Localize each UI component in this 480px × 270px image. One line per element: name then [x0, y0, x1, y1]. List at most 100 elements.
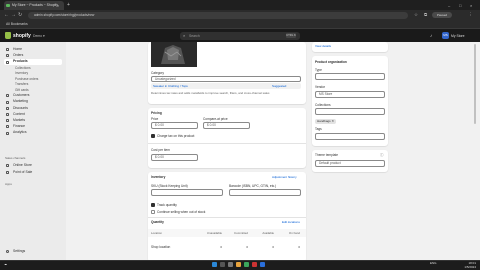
extensions-icon[interactable]: ⧉: [424, 11, 427, 19]
theme-template-label: Theme template: [315, 153, 339, 157]
cost-label: Cost per item: [151, 148, 170, 152]
sidebar-item-finance[interactable]: Finance: [4, 124, 62, 130]
sidebar-item-label: Collections: [15, 65, 31, 70]
weather-widget[interactable]: ☁: [4, 262, 7, 267]
type-input[interactable]: [315, 73, 385, 80]
clock-date: 1/5/2024: [464, 265, 476, 269]
sidebar-item-label: Inventory: [15, 71, 29, 76]
theme-template-select[interactable]: Default product: [315, 160, 385, 167]
collections-input[interactable]: [315, 108, 385, 115]
avatar[interactable]: MS: [442, 32, 449, 39]
search-icon: ⌕: [183, 32, 186, 38]
sidebar-item-label: Products: [13, 59, 28, 64]
new-tab-icon[interactable]: +: [67, 1, 70, 10]
sidebar-item-marketing[interactable]: Marketing: [4, 99, 62, 105]
chart-icon: [6, 131, 9, 135]
category-label: Category: [151, 71, 164, 75]
product-image[interactable]: [151, 42, 197, 67]
windows-start-icon[interactable]: [212, 262, 217, 267]
edit-locations-link[interactable]: Edit locations: [282, 220, 300, 224]
browser-tab[interactable]: My Store ~ Products ~ Shopify: [4, 1, 64, 10]
sidebar-item-label: Settings: [13, 249, 26, 253]
category-help-text: Determines tax rates and adds metafields…: [151, 91, 270, 95]
url-field[interactable]: admin.shopify.com/store/rhgj/products/ne…: [28, 11, 408, 19]
language-indicator[interactable]: ENG: [430, 261, 437, 265]
divider: [148, 217, 306, 218]
sidebar-item-home[interactable]: Home: [4, 47, 62, 53]
shopify-wordmark[interactable]: shopify: [13, 32, 31, 40]
close-tab-icon[interactable]: ×: [57, 1, 59, 10]
discount-icon: [6, 106, 9, 110]
bookmark-star-icon[interactable]: ☆: [414, 11, 418, 19]
sweater-photo-icon: [151, 42, 197, 67]
sidebar-item-orders[interactable]: Orders: [4, 53, 62, 59]
table-cell: 0: [298, 245, 300, 249]
adjustment-history-link[interactable]: Adjustment history: [272, 175, 297, 179]
sidebar-item-label: Marketing: [13, 99, 28, 104]
pricing-title: Pricing: [151, 111, 162, 115]
minimize-icon[interactable]: –: [448, 1, 450, 10]
scrollbar[interactable]: [474, 44, 476, 124]
info-icon[interactable]: ⓘ: [380, 153, 384, 157]
sidebar-item-label: Content: [13, 111, 25, 116]
search-input[interactable]: Search: [180, 31, 300, 40]
sidebar-item-products[interactable]: Products: [4, 59, 62, 65]
sidebar-item-markets[interactable]: Markets: [4, 118, 62, 124]
continue-selling-checkbox[interactable]: [151, 210, 155, 214]
sidebar-item-label: Markets: [13, 117, 26, 122]
forward-icon[interactable]: →: [11, 11, 16, 19]
sidebar-item-customers[interactable]: Customers: [4, 93, 62, 99]
task-view-icon[interactable]: [228, 262, 233, 267]
tag-icon: [6, 60, 9, 64]
browser-menu-icon[interactable]: ⋮: [468, 11, 473, 19]
sidebar-item-settings[interactable]: Settings: [4, 249, 62, 255]
close-window-icon[interactable]: ×: [470, 1, 472, 10]
app-icon[interactable]: [260, 262, 265, 267]
sidebar-item-label: Customers: [13, 93, 30, 98]
price-input[interactable]: $ 0.00: [151, 122, 198, 129]
type-label: Type: [315, 68, 322, 72]
sidebar-item-discounts[interactable]: Discounts: [4, 106, 62, 112]
sidebar-item-content[interactable]: Content: [4, 112, 62, 118]
shopify-logo-icon: [5, 32, 11, 39]
store-dropdown[interactable]: Demo ▾: [33, 32, 45, 40]
sidebar-item-point-of-sale[interactable]: Point of Sale: [4, 170, 62, 176]
reload-icon[interactable]: ↻: [18, 11, 22, 19]
sidebar-item-online-store[interactable]: Online Store: [4, 163, 62, 169]
content-icon: [6, 112, 9, 116]
sku-input[interactable]: [151, 189, 223, 196]
sidebar-item-label: Home: [13, 47, 23, 51]
chrome-icon[interactable]: [244, 262, 249, 267]
tags-input[interactable]: [315, 133, 385, 140]
back-icon[interactable]: ←: [4, 11, 9, 19]
sales-channels-heading: Sales channels: [5, 156, 26, 160]
cost-input[interactable]: $ 0.00: [151, 154, 198, 161]
compare-price-input[interactable]: $ 0.00: [203, 122, 250, 129]
category-field[interactable]: Uncategorized: [151, 76, 301, 82]
store-name[interactable]: My Store: [451, 32, 465, 40]
person-icon: [6, 94, 9, 98]
maximize-icon[interactable]: □: [459, 1, 461, 10]
charge-tax-checkbox[interactable]: [151, 134, 155, 138]
file-explorer-icon[interactable]: [236, 262, 241, 267]
barcode-input[interactable]: [229, 189, 301, 196]
table-cell: 0: [220, 245, 222, 249]
vendor-label: Vendor: [315, 85, 326, 89]
pos-icon: [6, 170, 9, 174]
sidebar-item-label: Orders: [13, 53, 24, 58]
vendor-input[interactable]: MS Store: [315, 91, 385, 98]
profile-button[interactable]: Paused: [432, 12, 452, 18]
track-quantity-checkbox[interactable]: [151, 203, 155, 207]
category-suggestion-link[interactable]: Sweater in Clothing / Tops: [153, 84, 188, 88]
table-cell[interactable]: 0: [252, 245, 274, 249]
app-icon[interactable]: [252, 262, 257, 267]
sidebar-item-analytics[interactable]: Analytics: [4, 130, 62, 136]
quantity-title: Quantity: [151, 220, 164, 224]
all-bookmarks-link[interactable]: All Bookmarks: [6, 21, 28, 28]
search-taskbar-icon[interactable]: [220, 262, 225, 267]
column-header: Unavailable: [206, 231, 222, 235]
store-icon: [6, 164, 9, 168]
notification-bell-icon[interactable]: ♪: [430, 32, 432, 40]
view-details-link[interactable]: View details: [315, 44, 331, 48]
collection-tag[interactable]: Handbags ✕: [315, 119, 337, 124]
